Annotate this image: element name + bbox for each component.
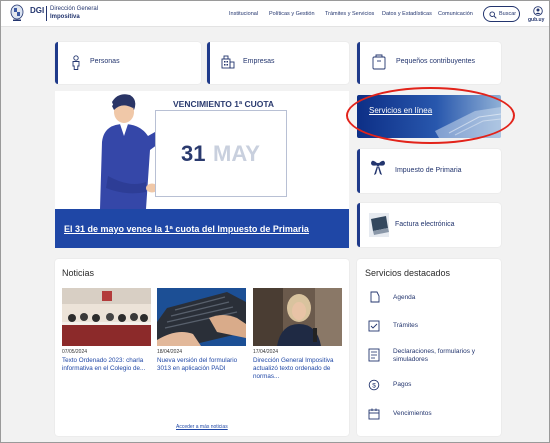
building-icon bbox=[221, 55, 235, 69]
destacado-tramites[interactable]: Trámites bbox=[368, 320, 498, 334]
factura-electronica-card[interactable]: Factura electrónica bbox=[357, 203, 501, 247]
banner-link[interactable]: El 31 de mayo vence la 1ª cuota del Impu… bbox=[64, 224, 309, 234]
coin-icon: $ bbox=[368, 379, 380, 391]
destacados-title: Servicios destacados bbox=[365, 268, 451, 278]
news-title-1[interactable]: Texto Ordenado 2023: charla informativa … bbox=[62, 357, 148, 373]
search-label: Buscar bbox=[499, 11, 517, 17]
top-header: DGI Dirección General Impositiva Institu… bbox=[1, 1, 549, 27]
checklist-icon bbox=[368, 320, 380, 332]
hero-banner[interactable]: VENCIMIENTO 1ª CUOTA 31 MAY El 31 de may… bbox=[55, 91, 349, 248]
vencimiento-title: VENCIMIENTO 1ª CUOTA bbox=[173, 99, 275, 109]
personas-label: Personas bbox=[90, 58, 120, 65]
more-news-link[interactable]: Acceder a más noticias bbox=[176, 424, 228, 430]
search-button[interactable]: Buscar bbox=[483, 6, 520, 22]
laptop-photo bbox=[369, 213, 389, 237]
gub-uy-label[interactable]: gub.uy bbox=[528, 17, 544, 23]
nav-datos-estadisticas[interactable]: Datos y Estadísticas bbox=[382, 11, 432, 17]
pequenos-contribuyentes-card[interactable]: Pequeños contribuyentes bbox=[357, 42, 501, 84]
nav-institucional[interactable]: Institucional bbox=[229, 11, 258, 17]
destacado-pagos-label: Pagos bbox=[393, 381, 412, 388]
person-icon bbox=[72, 55, 80, 70]
logo-line-1: Dirección General bbox=[50, 6, 99, 12]
destacado-declaraciones[interactable]: Declaraciones, formularios y simuladores bbox=[368, 348, 498, 368]
logo-line-2: Impositiva bbox=[50, 13, 80, 20]
destacado-pagos[interactable]: $ Pagos bbox=[368, 379, 498, 393]
conference-photo bbox=[62, 288, 151, 346]
news-image-3[interactable] bbox=[253, 288, 342, 346]
pequenos-label: Pequeños contribuyentes bbox=[396, 58, 475, 65]
destacado-agenda-label: Agenda bbox=[393, 294, 416, 301]
speaker-photo bbox=[253, 288, 342, 346]
destacado-agenda[interactable]: Agenda bbox=[368, 291, 498, 305]
logo-name[interactable]: Dirección General Impositiva bbox=[50, 6, 98, 21]
nav-comunicacion[interactable]: Comunicación bbox=[438, 11, 473, 17]
news-date-2: 18/04/2024 bbox=[157, 349, 183, 355]
document-icon bbox=[368, 348, 380, 362]
bookmark-icon bbox=[370, 291, 380, 303]
noticias-section bbox=[55, 259, 349, 436]
shop-icon bbox=[372, 54, 386, 70]
logo-dgi[interactable]: DGI bbox=[30, 6, 44, 15]
factura-electronica-label: Factura electrónica bbox=[395, 221, 455, 228]
news-image-1[interactable] bbox=[62, 288, 151, 346]
empresas-label: Empresas bbox=[243, 58, 275, 65]
user-icon[interactable] bbox=[533, 6, 543, 16]
noticias-title: Noticias bbox=[62, 268, 95, 278]
nav-tramites-servicios[interactable]: Trámites y Servicios bbox=[325, 11, 374, 17]
impuesto-primaria-label: Impuesto de Primaria bbox=[395, 167, 462, 174]
uruguay-seal-icon bbox=[10, 4, 24, 21]
calendar-icon bbox=[368, 408, 380, 420]
nav-politicas-gestion[interactable]: Políticas y Gestión bbox=[269, 11, 315, 17]
search-icon bbox=[489, 11, 497, 19]
impuesto-primaria-card[interactable]: Impuesto de Primaria bbox=[357, 149, 501, 193]
news-title-2[interactable]: Nueva versión del formulario 3013 en apl… bbox=[157, 357, 243, 373]
svg-text:$: $ bbox=[372, 383, 376, 390]
news-date-3: 17/04/2024 bbox=[253, 349, 279, 355]
destacado-tramites-label: Trámites bbox=[393, 322, 419, 329]
ribbon-icon bbox=[371, 160, 385, 175]
empresas-card[interactable]: Empresas bbox=[207, 42, 349, 84]
vencimiento-month: MAY bbox=[213, 141, 260, 166]
personas-card[interactable]: Personas bbox=[55, 42, 201, 84]
logo-divider bbox=[46, 6, 47, 21]
destacado-vencimientos-label: Vencimientos bbox=[393, 410, 432, 417]
news-title-3[interactable]: Dirección General Impositiva actualizó t… bbox=[253, 357, 339, 380]
destacado-declaraciones-label: Declaraciones, formularios y simuladores bbox=[393, 348, 476, 363]
news-date-1: 07/05/2024 bbox=[62, 349, 88, 355]
highlight-ellipse bbox=[346, 87, 515, 144]
keyboard-hands-photo bbox=[157, 288, 246, 346]
destacado-vencimientos[interactable]: Vencimientos bbox=[368, 408, 498, 422]
vencimiento-day: 31 bbox=[181, 141, 206, 166]
news-image-2[interactable] bbox=[157, 288, 246, 346]
